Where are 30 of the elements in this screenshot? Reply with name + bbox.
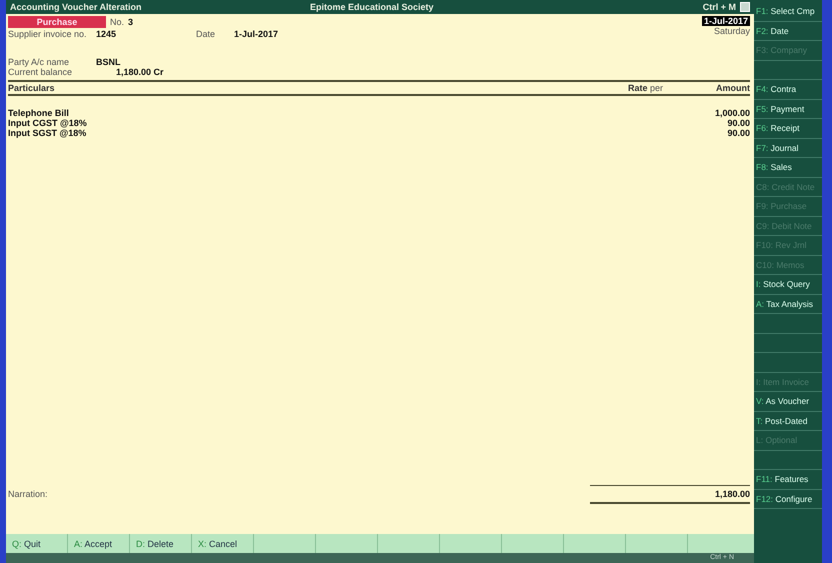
field-label: Party A/c name: [8, 57, 70, 67]
field-value: 1,180.00 Cr: [115, 67, 164, 77]
column-header: Amount: [715, 83, 750, 93]
column-header: per: [650, 83, 664, 93]
field-value: BSNL: [96, 57, 120, 67]
voucher-type: Purchase: [8, 16, 106, 28]
ledger-name: Input SGST @18%: [8, 128, 86, 138]
close-icon[interactable]: [740, 2, 750, 12]
number-label: No.: [110, 17, 124, 27]
voucher-number: 3: [128, 17, 134, 27]
narration-label: Narration:: [8, 489, 48, 499]
field-label: Supplier invoice no.: [8, 29, 88, 39]
column-header: Particulars: [8, 83, 56, 93]
field-label: Current balance: [8, 67, 74, 77]
amount-cell: 1,000.00: [714, 108, 750, 118]
company-name: Epitome Educational Society: [310, 2, 435, 12]
voucher-date: 1-Jul-2017: [702, 16, 750, 26]
blank-button-slot: [754, 334, 822, 353]
amount-cell: 90.00: [727, 128, 750, 138]
amount-cell: 90.00: [727, 118, 750, 128]
column-header: Rate: [628, 83, 649, 93]
screen-title: Accounting Voucher Alteration: [10, 2, 143, 12]
field-label: Date: [196, 29, 216, 39]
shortcut-hint: Ctrl + M: [702, 2, 736, 12]
ledger-name: Input CGST @18%: [8, 118, 87, 128]
voucher-day: Saturday: [714, 26, 750, 36]
field-value: 1245: [96, 29, 118, 39]
ledger-name: Telephone Bill: [8, 108, 69, 118]
field-value: 1-Jul-2017: [234, 29, 278, 39]
total-amount: 1,180.00: [590, 484, 750, 504]
